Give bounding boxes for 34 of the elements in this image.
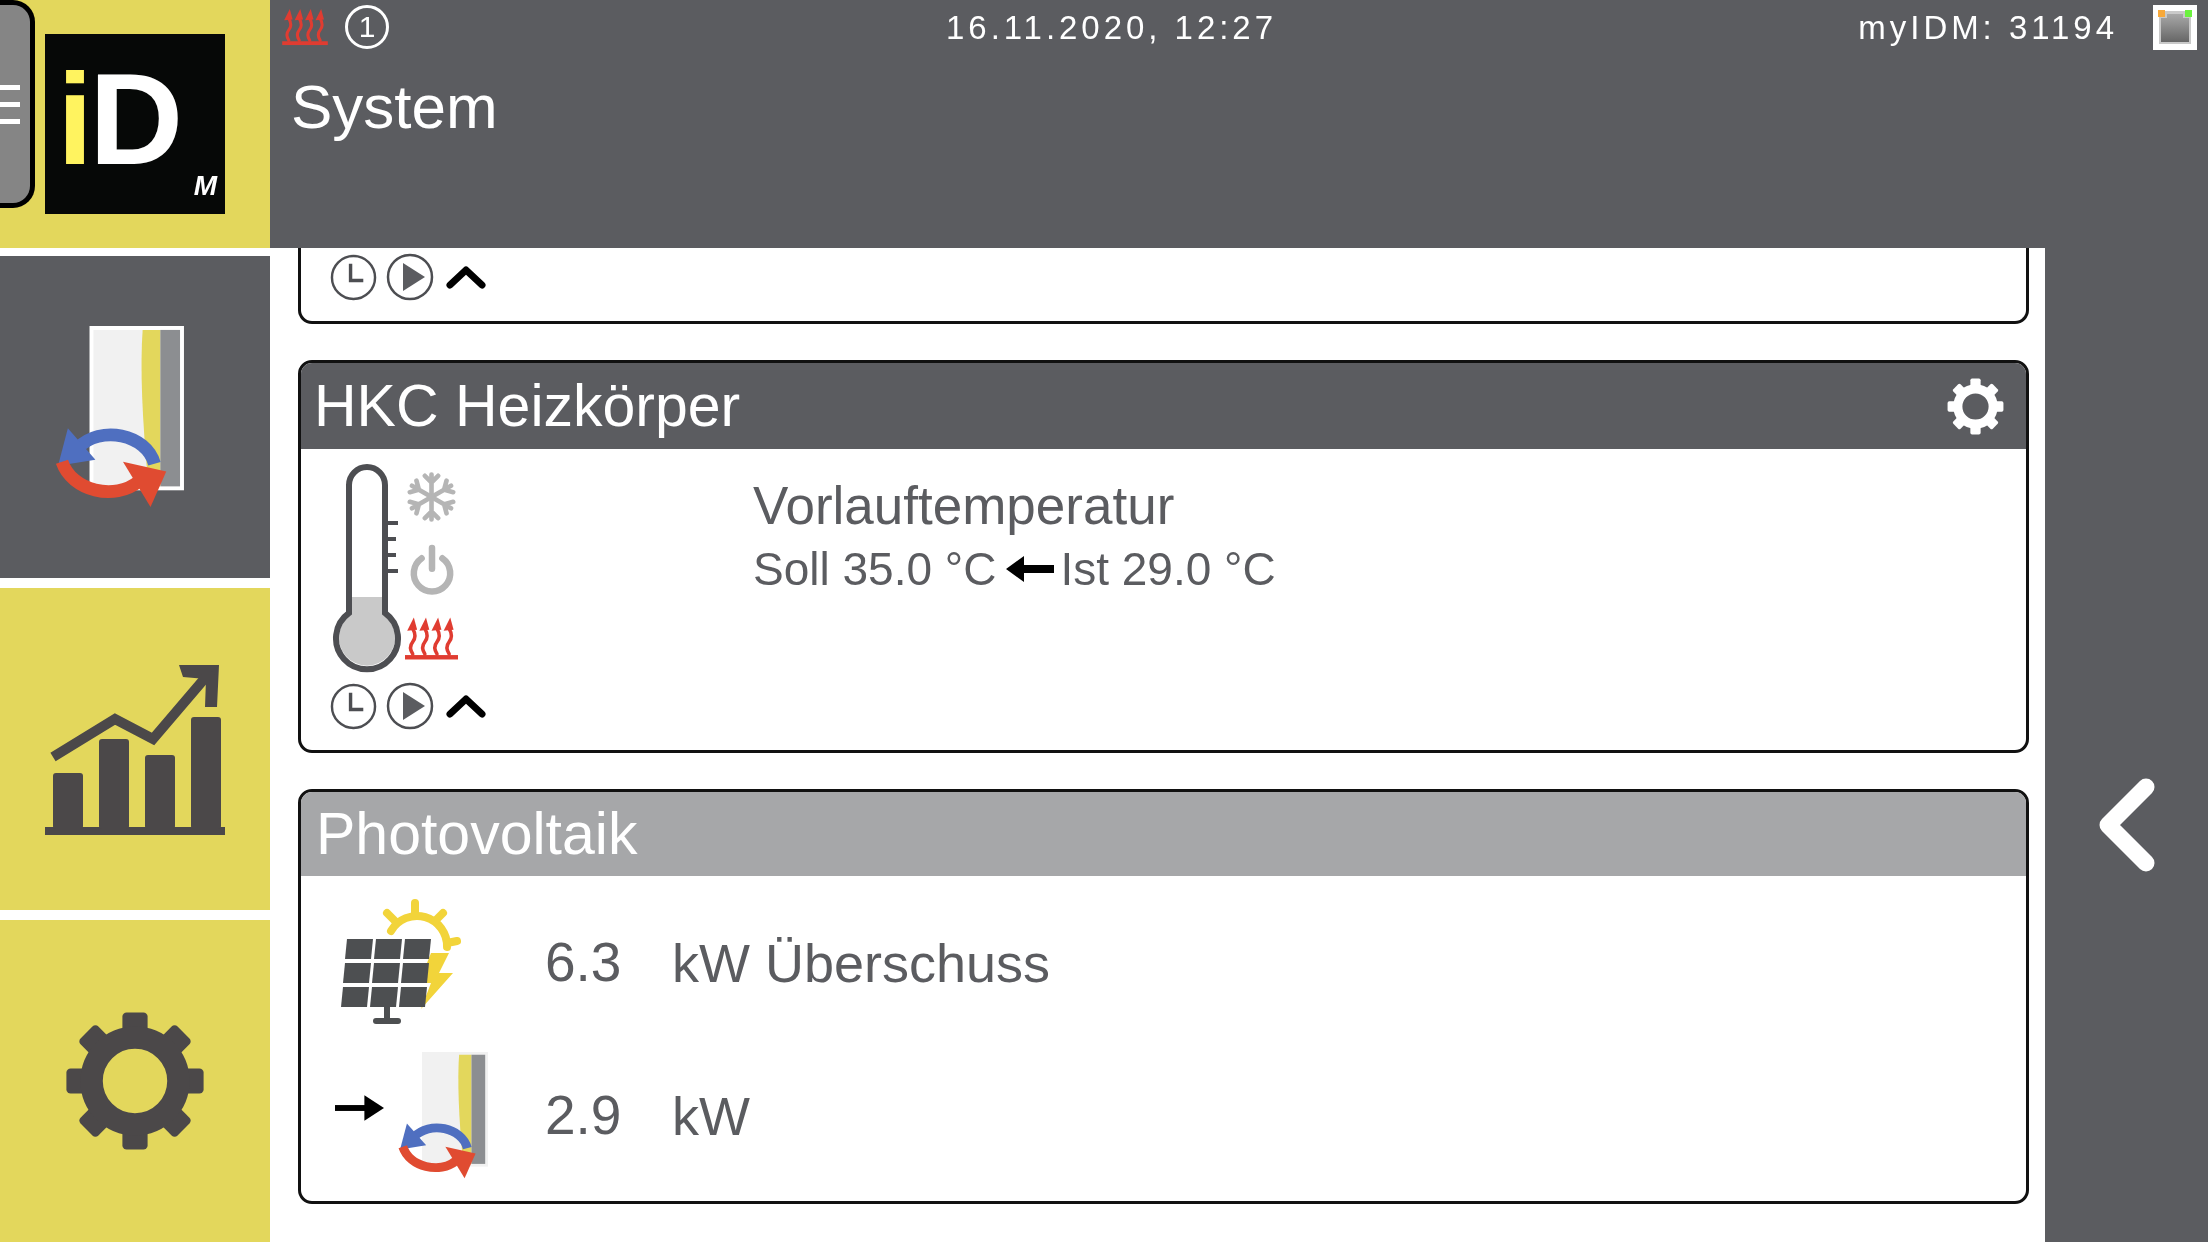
logo-mark: M <box>193 172 217 200</box>
power-unit: kW Überschuss <box>672 935 1051 990</box>
caret-up-icon[interactable] <box>445 264 487 290</box>
arrow-right-icon <box>335 1092 384 1123</box>
power-unit: kW <box>672 1088 750 1143</box>
reading-label: Vorlauftemperatur <box>753 475 1176 537</box>
nav-item[interactable] <box>0 588 270 910</box>
play-icon <box>386 682 434 730</box>
heating-icon <box>282 8 328 46</box>
heat-pump-icon <box>56 326 186 508</box>
device-id: myIDM: 31194 <box>1858 10 2118 44</box>
network-icon <box>2153 4 2197 50</box>
settings-button[interactable] <box>1947 377 2004 435</box>
clock-icon <box>330 682 377 730</box>
logo-wordmark: iD <box>57 54 180 184</box>
settings-icon <box>65 1011 205 1151</box>
card-title: Photovoltaik <box>316 804 638 864</box>
setpoint-value: Soll 35.0 °C <box>753 542 997 597</box>
heat-pump-icon <box>398 1052 490 1179</box>
caret-up-icon[interactable] <box>445 693 487 719</box>
date-time: 16.11.2020, 12:27 <box>946 10 1277 44</box>
nav-item[interactable] <box>0 920 270 1242</box>
settings-icon <box>1947 377 2004 435</box>
menu-button[interactable] <box>0 0 35 208</box>
clock-icon <box>330 253 377 301</box>
power-value: 6.3 <box>545 935 623 990</box>
card-title: HKC Heizkörper <box>314 376 741 436</box>
status-count: 1 <box>345 5 389 49</box>
power-value: 2.9 <box>545 1088 623 1143</box>
nav-item[interactable] <box>0 256 270 578</box>
play-icon <box>386 253 434 301</box>
menu-icon <box>0 84 20 124</box>
actual-value: Ist 29.0 °C <box>1060 542 1276 597</box>
arrow-left-icon <box>1006 554 1055 584</box>
